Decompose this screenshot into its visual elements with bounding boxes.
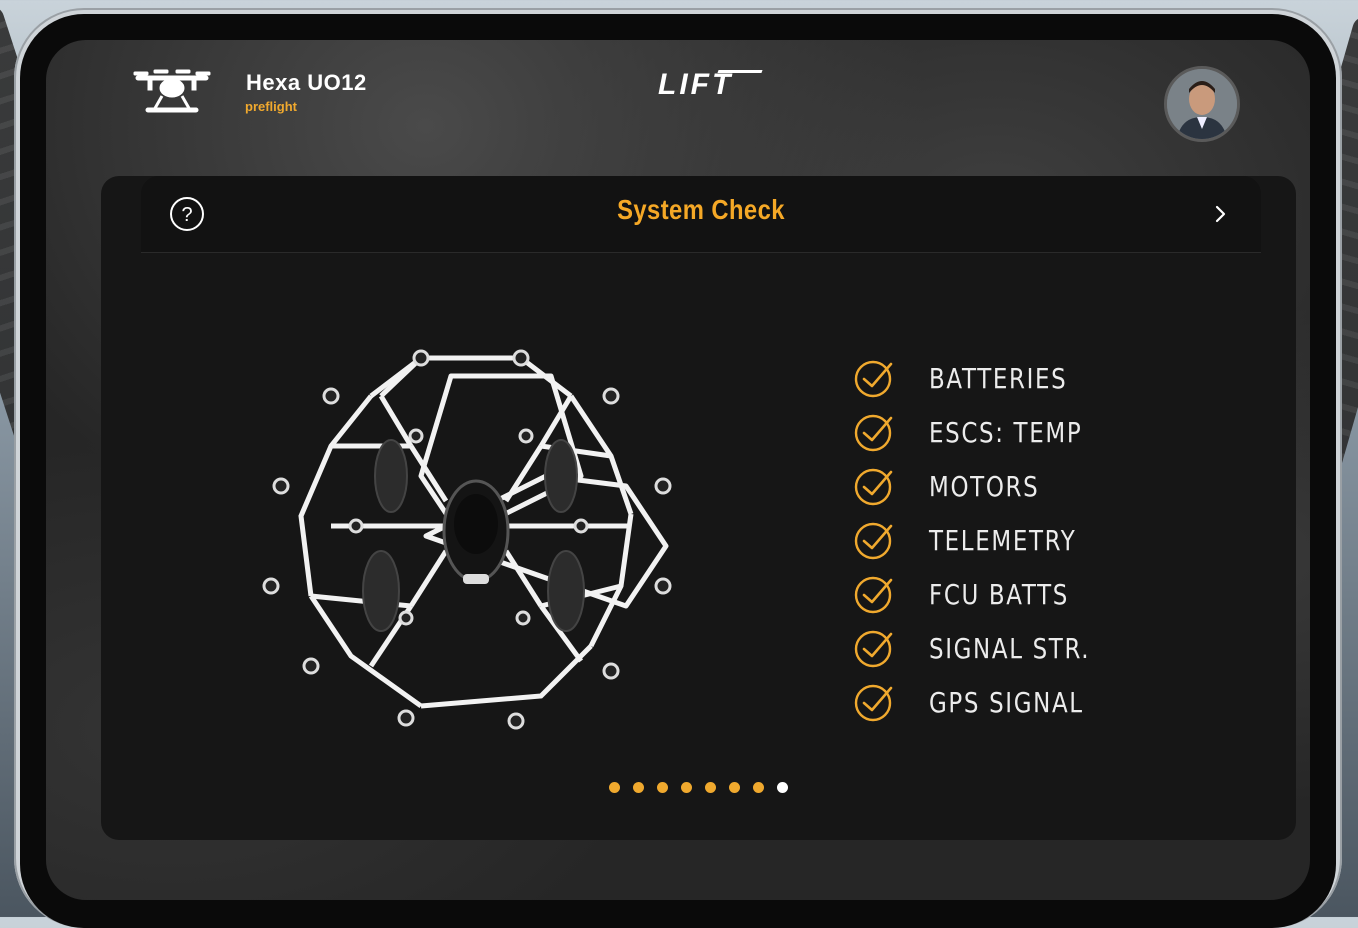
check-item-gps-signal: GPS SIGNAL [853,675,1153,729]
system-checklist: BATTERIES ESCS: TEMP MOTORS TELEMETRY FC… [853,351,1153,729]
lift-logo: LIFT [658,68,734,101]
check-circle-icon [854,468,893,506]
page-dot[interactable] [681,782,692,793]
tablet-bezel: Hexa UO12 preflight LIFT ? System Check … [20,14,1336,928]
check-label: BATTERIES [929,361,1068,395]
check-circle-icon [854,576,893,614]
hexacopter-diagram [262,349,672,730]
aircraft-status: preflight [245,99,297,114]
check-item-telemetry: TELEMETRY [853,513,1153,567]
aircraft-model-name: Hexa UO12 [246,70,367,95]
system-check-panel: ? System Check BATTERIES ESCS: TEMP MOTO… [101,176,1296,840]
page-dot[interactable] [657,782,668,793]
svg-text:?: ? [181,204,192,226]
check-label: SIGNAL STR. [929,631,1091,665]
logo-accent-bar [717,70,763,73]
check-circle-icon [854,360,893,398]
drone-icon [133,69,211,113]
check-item-motors: MOTORS [853,459,1153,513]
page-dot[interactable] [729,782,740,793]
user-avatar[interactable] [1164,66,1240,142]
page-dot[interactable] [705,782,716,793]
check-item-signal-strength: SIGNAL STR. [853,621,1153,675]
check-label: TELEMETRY [929,523,1077,557]
check-circle-icon [854,684,893,722]
panel-header: ? System Check [141,176,1261,253]
tablet-frame: Hexa UO12 preflight LIFT ? System Check … [14,8,1342,928]
question-circle-icon[interactable]: ? [169,196,205,232]
page-dot[interactable] [633,782,644,793]
check-circle-icon [854,630,893,668]
check-item-batteries: BATTERIES [853,351,1153,405]
app-screen: Hexa UO12 preflight LIFT ? System Check … [46,40,1310,900]
page-dot-active[interactable] [777,782,788,793]
page-dot[interactable] [609,782,620,793]
avatar-image [1167,69,1237,139]
app-header: Hexa UO12 preflight LIFT [46,40,1310,160]
chevron-right-icon[interactable] [1211,200,1231,228]
check-label: GPS SIGNAL [929,685,1084,719]
panel-title: System Check [617,194,785,225]
page-dot[interactable] [753,782,764,793]
check-item-escs-temp: ESCS: TEMP [853,405,1153,459]
page-indicator [101,782,1296,793]
check-label: ESCS: TEMP [929,415,1083,449]
check-circle-icon [854,414,893,452]
check-label: FCU BATTS [929,577,1070,611]
check-circle-icon [854,522,893,560]
check-item-fcu-batts: FCU BATTS [853,567,1153,621]
check-label: MOTORS [929,469,1040,503]
